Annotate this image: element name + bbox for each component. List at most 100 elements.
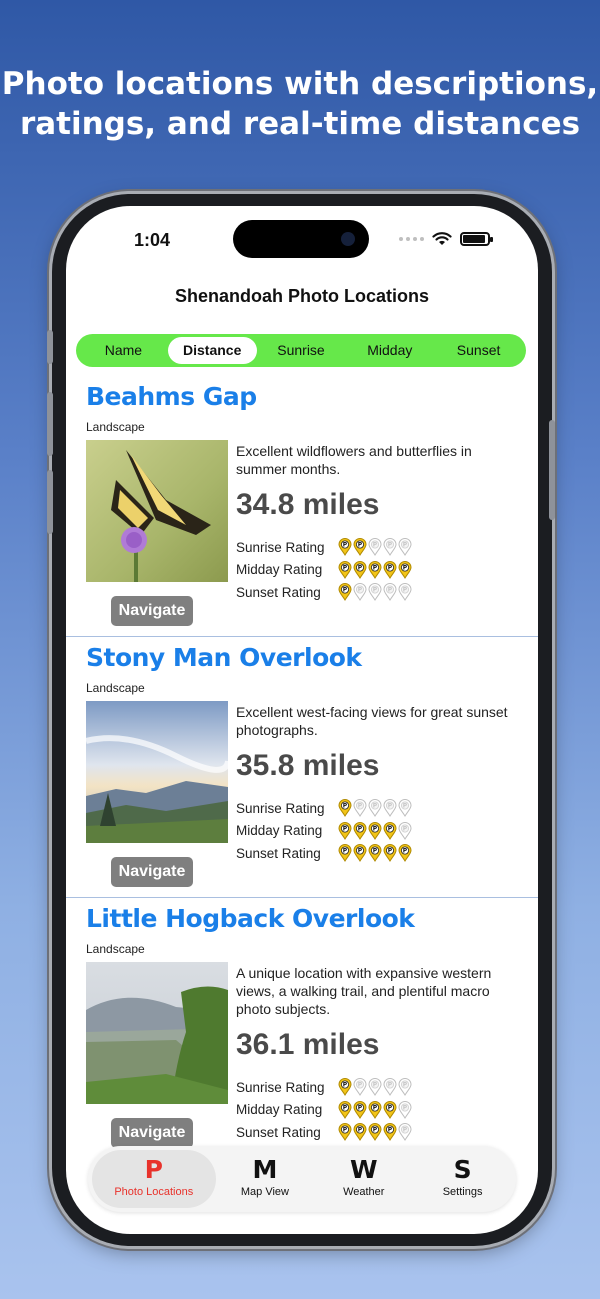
svg-text:P: P bbox=[358, 587, 363, 594]
rating-pin-filled-icon: P bbox=[368, 1100, 382, 1119]
rating-label: Sunset Rating bbox=[236, 1124, 321, 1140]
location-card[interactable]: Beahms Gap Landscape Navigate Excellent … bbox=[66, 376, 538, 637]
svg-text:P: P bbox=[358, 1082, 363, 1089]
svg-text:P: P bbox=[403, 564, 408, 571]
sort-segmented-control: Name Distance Sunrise Midday Sunset bbox=[76, 334, 526, 367]
rating-pin-empty-icon: P bbox=[383, 799, 397, 818]
volume-up-button bbox=[47, 392, 53, 456]
rating-label: Midday Rating bbox=[236, 562, 323, 578]
location-description: Excellent west-facing views for great su… bbox=[236, 704, 508, 738]
signal-icon bbox=[399, 237, 424, 241]
location-name[interactable]: Stony Man Overlook bbox=[86, 643, 362, 672]
sort-tab-distance[interactable]: Distance bbox=[167, 337, 257, 364]
rating-pin-filled-icon: P bbox=[338, 538, 352, 557]
sort-tab-midday[interactable]: Midday bbox=[345, 337, 434, 364]
location-name[interactable]: Beahms Gap bbox=[86, 382, 257, 411]
svg-text:P: P bbox=[343, 542, 348, 549]
rating-pins: PPPPP bbox=[338, 583, 412, 602]
svg-text:P: P bbox=[388, 803, 393, 810]
sort-tab-sunset[interactable]: Sunset bbox=[434, 337, 523, 364]
rating-pin-empty-icon: P bbox=[383, 583, 397, 602]
rating-pin-empty-icon: P bbox=[368, 799, 382, 818]
rating-pin-filled-icon: P bbox=[353, 538, 367, 557]
rating-pin-filled-icon: P bbox=[353, 560, 367, 579]
rating-pin-empty-icon: P bbox=[398, 799, 412, 818]
rating-pin-filled-icon: P bbox=[338, 1123, 352, 1142]
rating-pin-empty-icon: P bbox=[353, 1078, 367, 1097]
location-photo[interactable] bbox=[86, 701, 228, 843]
navigate-button[interactable]: Navigate bbox=[111, 596, 193, 626]
rating-label: Midday Rating bbox=[236, 1102, 323, 1118]
location-type: Landscape bbox=[86, 942, 145, 956]
navigate-button[interactable]: Navigate bbox=[111, 1118, 193, 1148]
phone-screen: 1:04 Shenandoah Photo Locations Name Dis… bbox=[66, 206, 538, 1234]
marketing-headline: Photo locations with descriptions, ratin… bbox=[0, 64, 600, 144]
tab-label: Settings bbox=[442, 1186, 483, 1198]
rating-pins: PPPPP bbox=[338, 1123, 412, 1142]
rating-row-midday: Midday Rating P P P P P bbox=[236, 559, 412, 582]
svg-text:P: P bbox=[388, 1082, 393, 1089]
svg-text:P: P bbox=[358, 848, 363, 855]
location-distance: 36.1 miles bbox=[236, 1028, 380, 1061]
svg-text:P: P bbox=[343, 587, 348, 594]
svg-text:P: P bbox=[373, 1127, 378, 1134]
ratings-block: Sunrise Rating P P P P P Midday Rating P P P P P S… bbox=[236, 536, 412, 604]
location-distance: 34.8 miles bbox=[236, 488, 380, 521]
rating-label: Sunset Rating bbox=[236, 845, 321, 861]
app-title: Shenandoah Photo Locations bbox=[174, 286, 429, 306]
tab-weather[interactable]: W Weather bbox=[314, 1150, 413, 1208]
svg-text:P: P bbox=[373, 803, 378, 810]
rating-pin-filled-icon: P bbox=[353, 1123, 367, 1142]
svg-text:P: P bbox=[358, 1104, 363, 1111]
svg-text:P: P bbox=[373, 1104, 378, 1111]
svg-text:P: P bbox=[388, 587, 393, 594]
battery-icon bbox=[460, 232, 493, 246]
power-button bbox=[549, 420, 555, 520]
rating-pin-filled-icon: P bbox=[368, 560, 382, 579]
rating-pin-empty-icon: P bbox=[353, 799, 367, 818]
bottom-tab-bar: P Photo Locations M Map View W Weather S… bbox=[88, 1146, 516, 1212]
location-description: Excellent wildflowers and butterflies in… bbox=[236, 443, 472, 477]
tab-settings[interactable]: S Settings bbox=[413, 1150, 512, 1208]
location-photo[interactable] bbox=[86, 962, 228, 1104]
rating-row-sunrise: Sunrise Rating P P P P P bbox=[236, 1076, 412, 1099]
tab-map-view[interactable]: M Map View bbox=[216, 1150, 315, 1208]
location-name[interactable]: Little Hogback Overlook bbox=[86, 904, 415, 933]
volume-down-button bbox=[47, 470, 53, 534]
location-card[interactable]: Little Hogback Overlook Landscape Naviga… bbox=[66, 898, 538, 1159]
svg-text:P: P bbox=[403, 803, 408, 810]
rating-label: Sunrise Rating bbox=[236, 800, 325, 816]
tab-label: Weather bbox=[343, 1186, 385, 1198]
svg-text:P: P bbox=[373, 564, 378, 571]
svg-text:P: P bbox=[373, 587, 378, 594]
tab-photo-locations[interactable]: P Photo Locations bbox=[92, 1150, 216, 1208]
location-type: Landscape bbox=[86, 681, 145, 695]
sort-tab-sunrise[interactable]: Sunrise bbox=[257, 337, 346, 364]
svg-text:P: P bbox=[343, 564, 348, 571]
rating-pin-empty-icon: P bbox=[383, 1078, 397, 1097]
rating-pin-empty-icon: P bbox=[398, 1100, 412, 1119]
rating-row-midday: Midday Rating P P P P P bbox=[236, 1099, 412, 1122]
rating-row-midday: Midday Rating P P P P P bbox=[236, 820, 412, 843]
svg-text:P: P bbox=[343, 825, 348, 832]
svg-text:P: P bbox=[373, 1082, 378, 1089]
svg-text:P: P bbox=[358, 542, 363, 549]
navigate-button[interactable]: Navigate bbox=[111, 857, 193, 887]
ratings-block: Sunrise Rating P P P P P Midday Rating P P P P P S… bbox=[236, 1076, 412, 1144]
rating-pin-filled-icon: P bbox=[398, 560, 412, 579]
location-card[interactable]: Stony Man Overlook Landscape Navigate Ex… bbox=[66, 637, 538, 898]
rating-pin-empty-icon: P bbox=[398, 821, 412, 840]
svg-text:P: P bbox=[358, 1127, 363, 1134]
svg-text:P: P bbox=[343, 848, 348, 855]
svg-text:P: P bbox=[373, 542, 378, 549]
status-time: 1:04 bbox=[134, 230, 171, 250]
action-button bbox=[47, 330, 53, 364]
sort-tab-name[interactable]: Name bbox=[79, 337, 168, 364]
rating-pin-filled-icon: P bbox=[383, 1100, 397, 1119]
svg-text:P: P bbox=[403, 825, 408, 832]
location-photo[interactable] bbox=[86, 440, 228, 582]
tab-label: Photo Locations bbox=[114, 1186, 194, 1198]
ratings-block: Sunrise Rating P P P P P Midday Rating P P P P P S… bbox=[236, 797, 412, 865]
svg-text:P: P bbox=[403, 1127, 408, 1134]
rating-row-sunset: Sunset Rating P P P P P bbox=[236, 842, 412, 865]
